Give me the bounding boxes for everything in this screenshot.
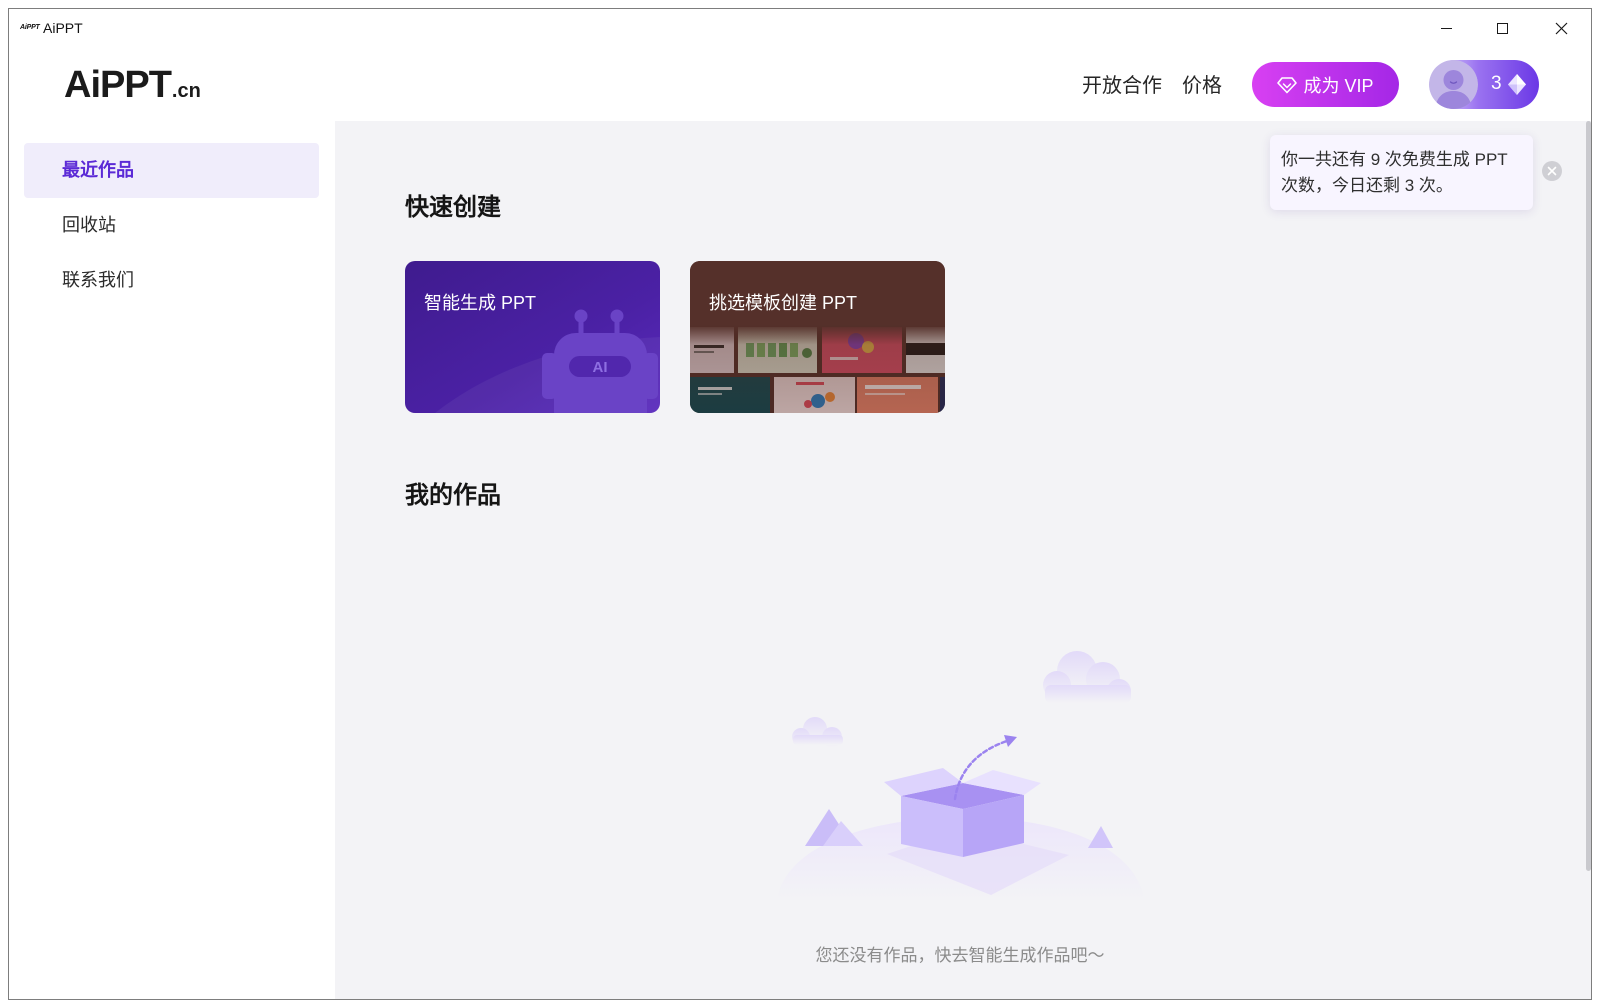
vertical-scrollbar[interactable] bbox=[1586, 121, 1591, 871]
gem-count: 3 bbox=[1491, 73, 1502, 94]
diamond-gem-icon bbox=[1508, 74, 1526, 95]
main-content: 快速创建 AI 智能生成 PPT 挑选模板创建 PPT 我的作品 您还没有作品，… bbox=[335, 121, 1591, 999]
maximize-button[interactable] bbox=[1479, 9, 1525, 47]
account-menu[interactable]: 3 bbox=[1429, 60, 1539, 109]
empty-state-text: 您还没有作品，快去智能生成作品吧～ bbox=[815, 946, 1105, 965]
robot-ai-badge: AI bbox=[593, 359, 608, 376]
minimize-button[interactable] bbox=[1423, 9, 1469, 47]
sidebar: 最近作品 回收站 联系我们 bbox=[9, 121, 335, 999]
ai-generate-card[interactable]: AI 智能生成 PPT bbox=[405, 261, 660, 413]
cloud-small bbox=[792, 717, 843, 747]
nav-open-cooperation[interactable]: 开放合作 bbox=[1082, 74, 1162, 98]
tooltip-close-button[interactable] bbox=[1542, 161, 1562, 181]
quick-create-title: 快速创建 bbox=[405, 194, 501, 221]
logo-text: AiPPT bbox=[64, 64, 172, 106]
minimize-icon bbox=[1440, 27, 1452, 29]
user-avatar-icon bbox=[1429, 60, 1478, 109]
open-box bbox=[884, 768, 1041, 857]
logo-suffix: .cn bbox=[171, 80, 201, 102]
cloud-large bbox=[1043, 651, 1131, 703]
close-button[interactable] bbox=[1538, 9, 1584, 47]
header: AiPPT .cn 开放合作 价格 成为 VIP 3 bbox=[9, 47, 1591, 121]
maximize-icon bbox=[1496, 22, 1508, 34]
brand-logo[interactable]: AiPPT .cn bbox=[64, 65, 201, 105]
sidebar-item-recent-works[interactable]: 最近作品 bbox=[24, 143, 319, 198]
app-icon: AiPPT bbox=[20, 24, 40, 31]
my-works-title: 我的作品 bbox=[405, 482, 501, 509]
close-icon bbox=[1555, 22, 1567, 34]
empty-box-illustration bbox=[777, 651, 1144, 899]
tooltip-line: 你一共还有 9 次免费生成 PPT bbox=[1281, 150, 1508, 169]
sidebar-item-recycle-bin[interactable]: 回收站 bbox=[24, 198, 319, 253]
sidebar-item-contact-us[interactable]: 联系我们 bbox=[24, 253, 319, 308]
title-bar[interactable]: AiPPT AiPPT bbox=[9, 9, 1591, 47]
nav-pricing[interactable]: 价格 bbox=[1182, 74, 1222, 98]
template-thumbnails bbox=[690, 261, 945, 413]
free-quota-tooltip: 你一共还有 9 次免费生成 PPT 次数，今日还剩 3 次。 bbox=[1270, 135, 1533, 210]
ai-generate-label: 智能生成 PPT bbox=[424, 293, 537, 313]
robot-icon: AI bbox=[405, 261, 660, 413]
window-title: AiPPT bbox=[43, 20, 83, 36]
app-window: AiPPT AiPPT AiPPT .cn 开放合作 价格 成为 VIP 3 最… bbox=[8, 8, 1592, 1000]
template-create-card[interactable]: 挑选模板创建 PPT bbox=[690, 261, 945, 413]
template-create-label: 挑选模板创建 PPT bbox=[709, 293, 858, 313]
become-vip-button[interactable]: 成为 VIP bbox=[1252, 62, 1399, 107]
tooltip-line: 次数，今日还剩 3 次。 bbox=[1281, 176, 1453, 195]
vip-button-label: 成为 VIP bbox=[1303, 75, 1374, 96]
close-circle-icon bbox=[1547, 166, 1557, 176]
diamond-outline-icon bbox=[1277, 76, 1298, 93]
